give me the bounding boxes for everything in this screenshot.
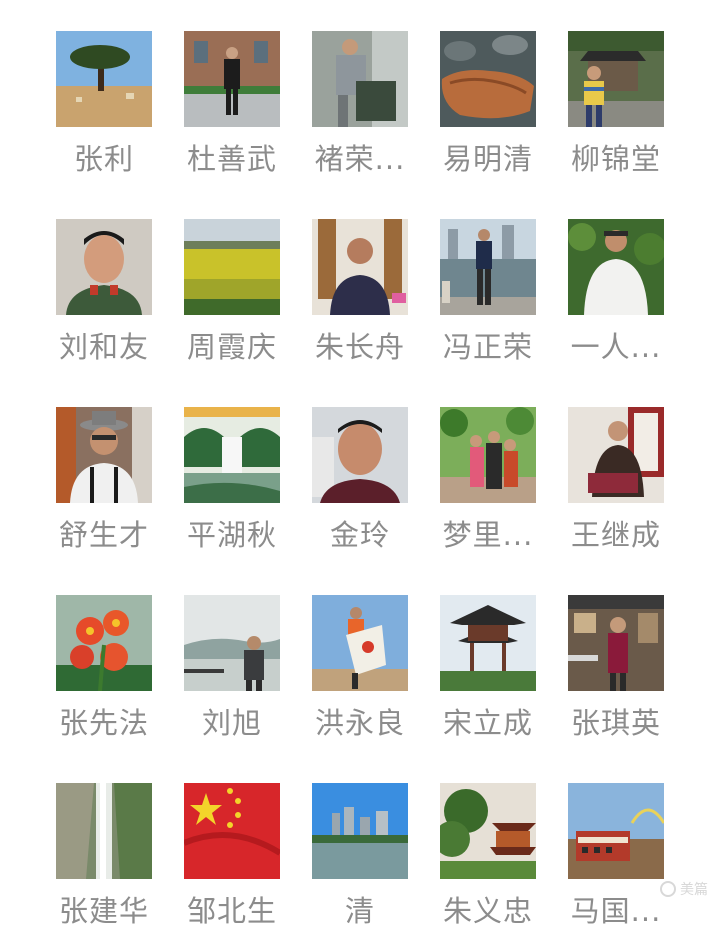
waterfall-avatar[interactable] — [56, 783, 152, 879]
contact-name: 金玲 — [329, 518, 390, 552]
contact-name: 宋立成 — [442, 706, 533, 740]
man-riverside-avatar[interactable] — [440, 219, 536, 315]
contact-name: 冯正荣 — [442, 330, 533, 364]
contact-card[interactable]: 洪永良 — [296, 595, 424, 755]
contact-name: 褚荣... — [314, 142, 406, 176]
contact-name: 梦里... — [442, 518, 534, 552]
contact-card[interactable]: 梦里... — [424, 407, 552, 567]
landscape-tree-avatar[interactable] — [56, 31, 152, 127]
contact-card[interactable]: 周霞庆 — [168, 219, 296, 379]
watermark: 美篇 — [660, 879, 708, 899]
city-river-avatar[interactable] — [312, 783, 408, 879]
contact-name: 张利 — [73, 142, 134, 176]
contact-card[interactable]: 杜善武 — [168, 31, 296, 191]
contact-card[interactable]: 舒生才 — [40, 407, 168, 567]
contact-card[interactable]: 王继成 — [552, 407, 680, 567]
contact-card[interactable]: 马国... — [552, 783, 680, 943]
man-indoor-avatar[interactable] — [312, 219, 408, 315]
man-working-avatar[interactable] — [312, 31, 408, 127]
man-lake-avatar[interactable] — [184, 595, 280, 691]
contact-name: 杜善武 — [186, 142, 277, 176]
man-pavilion-avatar[interactable] — [568, 31, 664, 127]
contact-name: 张琪英 — [570, 706, 661, 740]
contact-card[interactable]: 易明清 — [424, 31, 552, 191]
contact-card[interactable]: 柳锦堂 — [552, 31, 680, 191]
contact-card[interactable]: 张琪英 — [552, 595, 680, 755]
woman-seated-avatar[interactable] — [568, 407, 664, 503]
contact-name: 王继成 — [570, 518, 661, 552]
contact-name: 周霞庆 — [186, 330, 277, 364]
man-standing-avatar[interactable] — [184, 31, 280, 127]
contact-card[interactable]: 张先法 — [40, 595, 168, 755]
man-flag-avatar[interactable] — [312, 595, 408, 691]
contact-name: 张先法 — [58, 706, 149, 740]
woman-street-avatar[interactable] — [568, 595, 664, 691]
contact-card[interactable]: 清 — [296, 783, 424, 943]
man-hat-avatar[interactable] — [56, 407, 152, 503]
contact-name: 易明清 — [442, 142, 533, 176]
contact-name: 刘旭 — [201, 706, 262, 740]
contact-name: 朱义忠 — [442, 894, 533, 928]
palace-avatar[interactable] — [568, 783, 664, 879]
contact-card[interactable]: 冯正荣 — [424, 219, 552, 379]
contact-name: 邹北生 — [186, 894, 277, 928]
portrait-soldier-avatar[interactable] — [56, 219, 152, 315]
man-garden-avatar[interactable] — [568, 219, 664, 315]
contact-card[interactable]: 一人... — [552, 219, 680, 379]
contact-card[interactable]: 褚荣... — [296, 31, 424, 191]
watermark-text: 美篇 — [680, 882, 708, 898]
contact-card[interactable]: 朱长舟 — [296, 219, 424, 379]
contact-name: 刘和友 — [58, 330, 149, 364]
group-garden-avatar[interactable] — [440, 407, 536, 503]
contact-card[interactable]: 邹北生 — [168, 783, 296, 943]
contact-card[interactable]: 平湖秋 — [168, 407, 296, 567]
rock-avatar[interactable] — [440, 31, 536, 127]
contact-name: 洪永良 — [314, 706, 405, 740]
contact-name: 清 — [344, 894, 375, 928]
contact-name: 舒生才 — [58, 518, 149, 552]
contact-card[interactable]: 张利 — [40, 31, 168, 191]
red-flowers-avatar[interactable] — [56, 595, 152, 691]
contact-name: 一人... — [570, 330, 662, 364]
contact-grid: 张利 杜善武 褚荣... 易明清 柳锦堂 刘和友 周霞庆 朱长舟 冯正荣 一人.… — [0, 0, 720, 949]
contact-name: 柳锦堂 — [570, 142, 661, 176]
contact-card[interactable]: 金玲 — [296, 407, 424, 567]
rapeseed-field-avatar[interactable] — [184, 219, 280, 315]
meipian-logo-icon — [660, 881, 676, 897]
man-closeup-avatar[interactable] — [312, 407, 408, 503]
contact-card[interactable]: 宋立成 — [424, 595, 552, 755]
pagoda-avatar[interactable] — [440, 595, 536, 691]
contact-card[interactable]: 张建华 — [40, 783, 168, 943]
contact-card[interactable]: 刘和友 — [40, 219, 168, 379]
contact-name: 张建华 — [58, 894, 149, 928]
contact-name: 朱长舟 — [314, 330, 405, 364]
contact-name: 平湖秋 — [186, 518, 277, 552]
contact-card[interactable]: 朱义忠 — [424, 783, 552, 943]
contact-card[interactable]: 刘旭 — [168, 595, 296, 755]
waterfall-painting-avatar[interactable] — [184, 407, 280, 503]
temple-trees-avatar[interactable] — [440, 783, 536, 879]
china-flag-avatar[interactable] — [184, 783, 280, 879]
